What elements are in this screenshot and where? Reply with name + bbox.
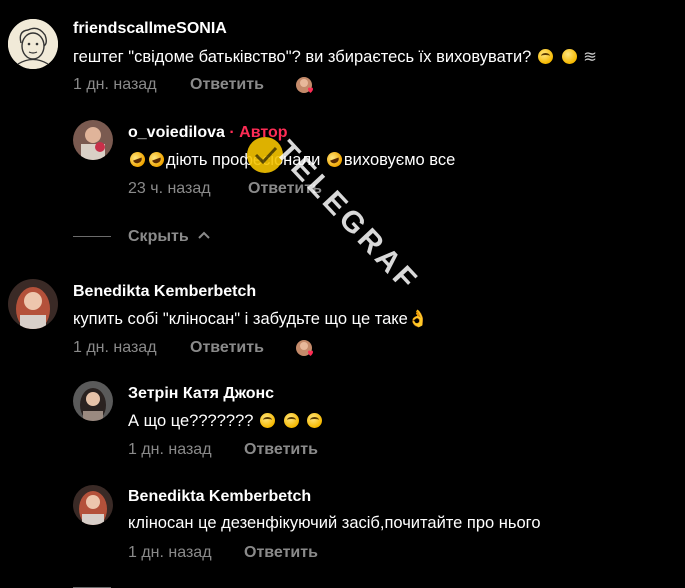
- reply-button[interactable]: Ответить: [248, 180, 322, 198]
- photo-avatar-icon: [8, 279, 58, 329]
- photo-avatar-icon: [73, 120, 113, 160]
- flushed-emoji-icon: [260, 413, 276, 428]
- comment-username[interactable]: Зетрін Катя Джонс: [128, 385, 274, 403]
- photo-avatar-icon: [73, 381, 113, 421]
- comment-time: 1 дн. назад: [73, 339, 157, 356]
- avatar[interactable]: [73, 485, 113, 525]
- comment-text: кліносан це дезенфікуючий засіб,почитайт…: [128, 514, 541, 532]
- reply-button[interactable]: Ответить: [190, 339, 264, 357]
- comment-text: купить собі "кліносан" і забудьте що це …: [73, 310, 429, 328]
- telegraf-logo-icon: [247, 137, 283, 173]
- reply-button[interactable]: Ответить: [190, 76, 264, 94]
- comment-username: o_voiedilova · Автор: [128, 124, 288, 141]
- comment-username[interactable]: friendscallmeSONIA: [73, 20, 227, 38]
- rofl-emoji-icon: [324, 149, 345, 170]
- rofl-emoji-icon: [146, 149, 167, 170]
- rofl-emoji-icon: [127, 149, 148, 170]
- waves-emoji: ≋: [583, 48, 597, 66]
- author-liked-icon: [296, 77, 313, 93]
- comment-text: гештег "свідоме батьківство"? ви збираєт…: [73, 48, 597, 66]
- avatar[interactable]: [8, 19, 58, 69]
- sketch-avatar-icon: [8, 19, 58, 69]
- reply-button[interactable]: Ответить: [244, 544, 318, 562]
- photo-avatar-icon: [73, 485, 113, 525]
- flushed-emoji-icon: [307, 413, 323, 428]
- author-liked-icon: [296, 340, 313, 356]
- avatar[interactable]: [8, 279, 58, 329]
- telegraf-watermark: TELEGRAF: [220, 115, 480, 335]
- flushed-emoji-icon: [283, 413, 299, 428]
- flushed-emoji-icon: [537, 49, 553, 64]
- collapse-replies-button[interactable]: Скрыть: [128, 228, 210, 246]
- comment-text: А що це???????: [128, 412, 324, 431]
- ok-hand-emoji-icon: 👌: [407, 310, 429, 328]
- comment-time: 1 дн. назад: [128, 441, 212, 458]
- comment-time: 1 дн. назад: [128, 544, 212, 561]
- comment-username[interactable]: Benedikta Kemberbetch: [128, 488, 311, 506]
- chevron-up-icon: [198, 231, 210, 239]
- avatar[interactable]: [73, 381, 113, 421]
- neutral-emoji-icon: [561, 49, 577, 64]
- comment-username[interactable]: Benedikta Kemberbetch: [73, 283, 256, 301]
- reply-button[interactable]: Ответить: [244, 441, 318, 459]
- comment-text: діють професіонали виховуємо все: [127, 149, 455, 170]
- collapse-divider: [73, 236, 111, 237]
- avatar[interactable]: [73, 120, 113, 160]
- comment-time: 23 ч. назад: [128, 180, 211, 197]
- comment-time: 1 дн. назад: [73, 76, 157, 93]
- author-badge: · Автор: [229, 124, 288, 141]
